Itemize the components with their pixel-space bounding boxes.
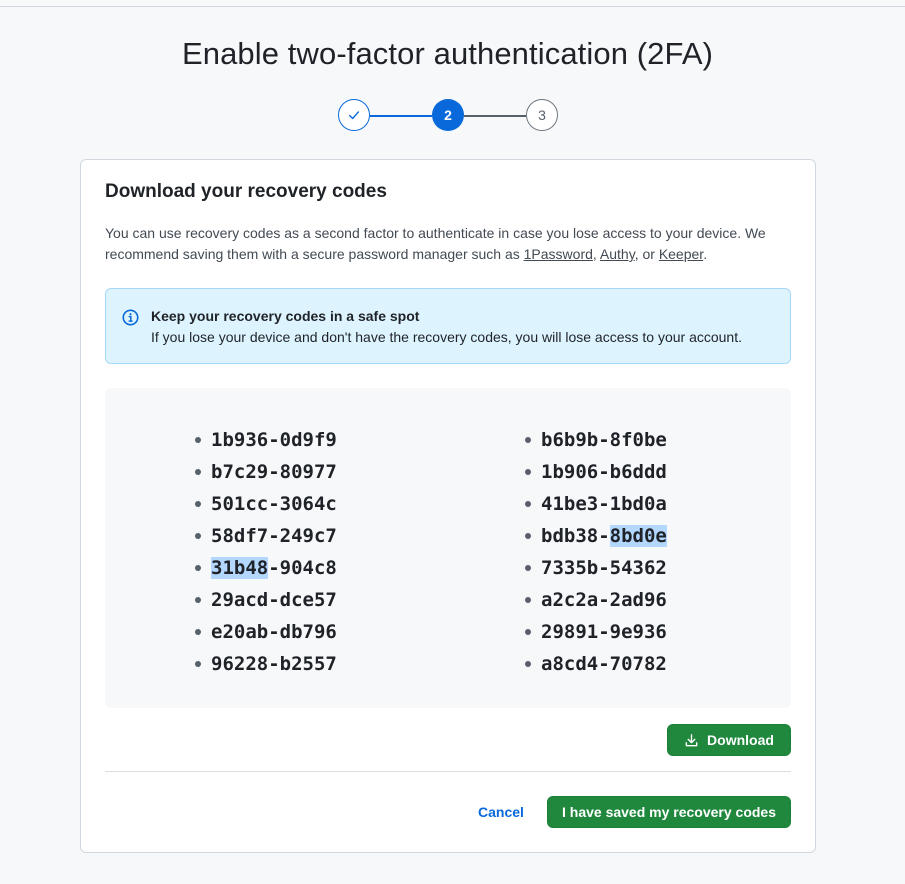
step-2-current: 2 <box>432 99 464 131</box>
codes-column-left: 1b936-0d9f9 b7c29-80977 501cc-3064c 58df… <box>195 424 337 680</box>
notice-body: If you lose your device and don't have t… <box>151 329 742 345</box>
cancel-button[interactable]: Cancel <box>461 796 541 828</box>
stepper-connector-2 <box>464 115 526 117</box>
recovery-code: a2c2a-2ad96 <box>525 584 667 616</box>
safe-spot-notice: Keep your recovery codes in a safe spot … <box>105 288 791 364</box>
recovery-code: 29acd-dce57 <box>195 584 337 616</box>
recovery-code: 1b906-b6ddd <box>525 456 667 488</box>
recovery-code: 1b936-0d9f9 <box>195 424 337 456</box>
link-1password[interactable]: 1Password <box>524 246 593 262</box>
link-authy[interactable]: Authy <box>600 246 635 262</box>
recovery-code: 96228-b2557 <box>195 648 337 680</box>
recovery-code-rest: bdb38- <box>541 525 610 547</box>
step-1-complete <box>338 99 370 131</box>
recovery-code: b6b9b-8f0be <box>525 424 667 456</box>
recovery-code: 7335b-54362 <box>525 552 667 584</box>
recovery-code: a8cd4-70782 <box>525 648 667 680</box>
recovery-code: bdb38-8bd0e <box>525 520 667 552</box>
link-keeper[interactable]: Keeper <box>659 246 703 262</box>
step-3-upcoming: 3 <box>526 99 558 131</box>
recovery-codes-card: Download your recovery codes You can use… <box>80 159 816 853</box>
description-text: You can use recovery codes as a second f… <box>105 223 795 265</box>
recovery-code: 31b48-904c8 <box>195 552 337 584</box>
recovery-code: 41be3-1bd0a <box>525 488 667 520</box>
notice-title: Keep your recovery codes in a safe spot <box>151 308 420 324</box>
stepper-connector-1 <box>370 115 432 117</box>
download-icon <box>685 733 698 746</box>
recovery-code: 58df7-249c7 <box>195 520 337 552</box>
recovery-code: 29891-9e936 <box>525 616 667 648</box>
text-selection: 8bd0e <box>609 525 667 547</box>
recovery-code: e20ab-db796 <box>195 616 337 648</box>
download-button[interactable]: Download <box>667 724 791 756</box>
description-separator-2: , or <box>634 246 659 262</box>
description-end: . <box>703 246 708 262</box>
recovery-code-rest: -904c8 <box>268 557 337 579</box>
progress-stepper: 2 3 <box>0 99 905 133</box>
top-border <box>0 0 905 7</box>
info-icon <box>122 309 139 326</box>
download-button-label: Download <box>707 732 774 748</box>
card-heading: Download your recovery codes <box>105 181 387 202</box>
page-title: Enable two-factor authentication (2FA) <box>181 36 714 71</box>
text-selection: 31b48 <box>211 557 269 579</box>
recovery-code: b7c29-80977 <box>195 456 337 488</box>
recovery-code: 501cc-3064c <box>195 488 337 520</box>
description-separator-1: , <box>592 246 600 262</box>
saved-codes-button[interactable]: I have saved my recovery codes <box>547 796 791 828</box>
recovery-codes-list[interactable]: 1b936-0d9f9 b7c29-80977 501cc-3064c 58df… <box>105 388 791 708</box>
codes-column-right: b6b9b-8f0be 1b906-b6ddd 41be3-1bd0a bdb3… <box>525 424 667 680</box>
checkmark-icon <box>348 111 360 120</box>
footer-divider <box>105 771 791 772</box>
